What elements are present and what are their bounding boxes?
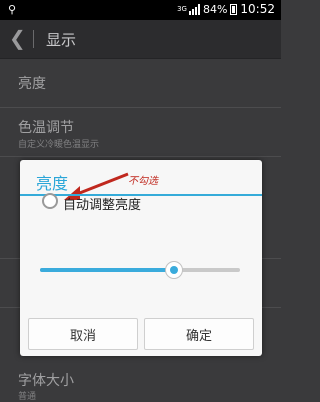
auto-brightness-radio[interactable]: [42, 193, 58, 209]
brightness-slider[interactable]: [40, 261, 240, 279]
usb-icon: ⚲: [8, 3, 17, 16]
page-title: 显示: [46, 31, 77, 49]
settings-item-subtitle: 普通: [18, 392, 37, 402]
battery-icon: [230, 3, 238, 15]
network-type: 3G: [177, 5, 187, 13]
brightness-slider-thumb[interactable]: [165, 261, 183, 279]
settings-item-color-temperature[interactable]: 色温调节 自定义冷暖色温显示: [0, 108, 281, 157]
divider: [33, 30, 34, 48]
chevron-left-icon[interactable]: ❮: [9, 28, 26, 48]
brightness-slider-fill: [40, 268, 174, 272]
settings-item-font-size[interactable]: 字体大小 普通: [0, 360, 281, 402]
settings-item-subtitle: 自定义冷暖色温显示: [18, 140, 100, 150]
settings-item-title: 亮度: [18, 76, 46, 92]
status-indicators: 3G 84% 10:52: [177, 2, 275, 16]
settings-item-title: 字体大小: [18, 373, 74, 389]
status-bar: ⚲ 3G 84% 10:52: [0, 0, 281, 20]
app-bar: ❮ 显示: [0, 20, 281, 59]
clock: 10:52: [240, 2, 275, 16]
settings-item-title: 色温调节: [18, 120, 74, 136]
settings-item-brightness[interactable]: 亮度: [0, 59, 281, 108]
battery-percent: 84%: [202, 2, 228, 16]
confirm-button[interactable]: 确定: [144, 318, 254, 350]
auto-brightness-label[interactable]: 自动调整亮度: [63, 194, 141, 213]
cancel-button[interactable]: 取消: [28, 318, 138, 350]
signal-icon: [188, 3, 200, 15]
brightness-dialog: 亮度 不勾选 自动调整亮度 取消 确定: [20, 160, 262, 356]
